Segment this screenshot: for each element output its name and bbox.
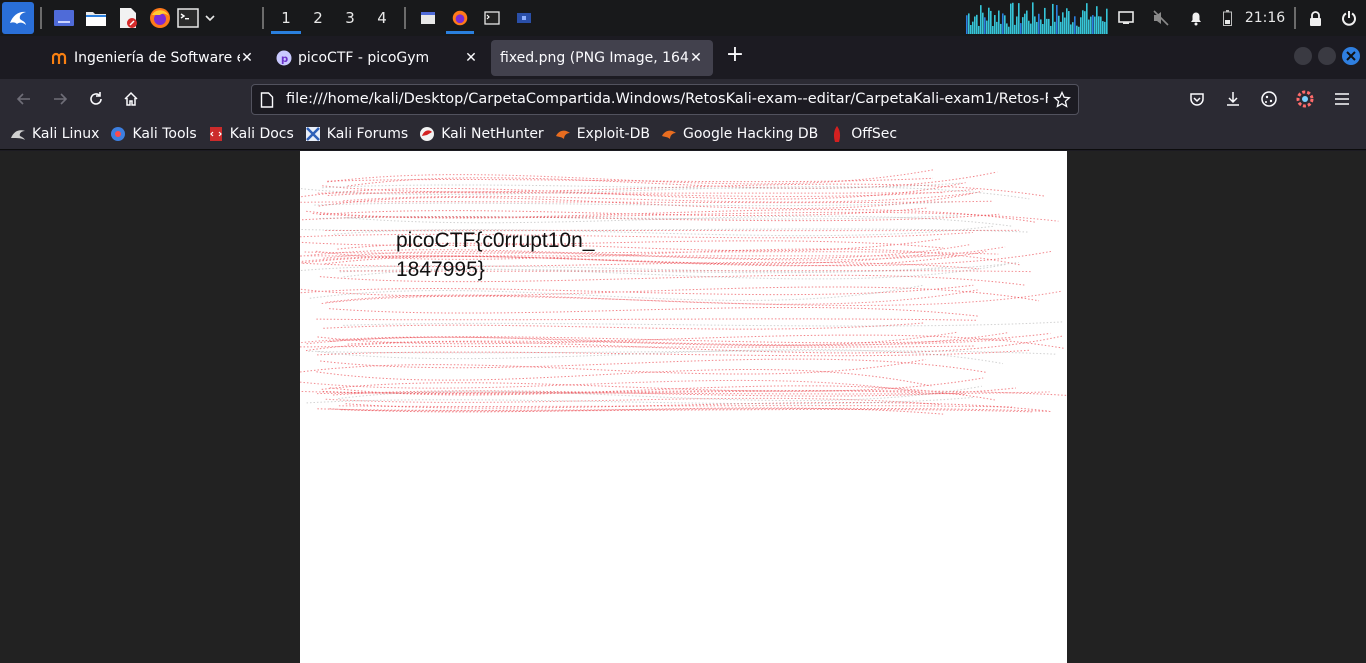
bookmarks-toolbar: Kali Linux Kali Tools Kali Docs Kali For… [0, 119, 1366, 150]
pocket-icon [1190, 93, 1204, 106]
system-panel: 1 2 3 4 21:16 [0, 0, 1366, 36]
bookmark-offsec[interactable]: OffSec [829, 126, 897, 142]
window-button-firefox[interactable] [444, 0, 476, 36]
lock-icon[interactable] [1305, 0, 1325, 36]
arrow-right-icon [54, 93, 68, 105]
pocket-button[interactable] [1185, 87, 1209, 111]
navigation-toolbar: file:///home/kali/Desktop/CarpetaCompart… [0, 79, 1366, 119]
speaker-muted-icon[interactable] [1150, 0, 1172, 36]
workspace-1[interactable]: 1 [270, 0, 302, 36]
hamburger-menu-icon [1335, 93, 1349, 105]
minimize-button[interactable] [1294, 47, 1312, 65]
tab-title: fixed.png (PNG Image, 1642 [500, 50, 690, 66]
tab-picoctf[interactable]: p picoCTF - picoGym ✕ [266, 40, 488, 76]
bookmark-kali-forums[interactable]: Kali Forums [305, 126, 408, 142]
downloads-button[interactable] [1221, 87, 1245, 111]
reload-button[interactable] [84, 87, 108, 111]
bookmark-label: Kali NetHunter [441, 126, 544, 142]
bookmark-kali-docs[interactable]: Kali Docs [208, 126, 294, 142]
home-button[interactable] [119, 87, 143, 111]
show-desktop-icon[interactable] [48, 0, 80, 36]
battery-icon[interactable] [1219, 0, 1235, 36]
bookmark-star-icon[interactable] [1053, 91, 1071, 109]
extension-button[interactable] [1257, 87, 1281, 111]
nethunter-icon [419, 126, 435, 142]
kali-forums-icon [305, 126, 321, 142]
panel-separator [1294, 7, 1296, 29]
close-window-button[interactable] [1342, 47, 1360, 65]
panel-separator [40, 7, 42, 29]
offsec-icon [829, 126, 845, 142]
color-wheel-icon [1296, 90, 1314, 108]
network-icon[interactable] [1115, 0, 1137, 36]
cookie-icon [1261, 91, 1277, 107]
bookmark-google-hacking-db[interactable]: Google Hacking DB [661, 126, 818, 142]
tab-fixed-png[interactable]: fixed.png (PNG Image, 1642 ✕ [491, 40, 713, 76]
ghdb-icon [661, 126, 677, 142]
bookmark-label: Kali Docs [229, 126, 294, 142]
firefox-icon[interactable] [144, 0, 176, 36]
file-manager-icon[interactable] [80, 0, 112, 36]
power-icon[interactable] [1339, 0, 1359, 36]
maximize-button[interactable] [1318, 47, 1336, 65]
bookmark-kali-tools[interactable]: Kali Tools [110, 126, 197, 142]
window-button-app[interactable] [508, 0, 540, 36]
download-icon [1227, 92, 1239, 106]
flag-text: picoCTF{c0rrupt10n_ 1847995} [396, 226, 594, 284]
svg-text:p: p [281, 54, 288, 65]
bookmark-label: Google Hacking DB [682, 126, 819, 142]
bookmark-exploit-db[interactable]: Exploit-DB [555, 126, 650, 142]
window-button-terminal[interactable] [476, 0, 508, 36]
picoctf-icon: p [276, 50, 292, 66]
close-tab-icon[interactable]: ✕ [462, 49, 480, 67]
close-icon [1346, 51, 1356, 61]
bookmark-label: Kali Linux [32, 126, 100, 142]
bookmark-label: OffSec [851, 126, 898, 142]
close-tab-icon[interactable]: ✕ [238, 49, 256, 67]
flag-line-1: picoCTF{c0rrupt10n_ [396, 229, 595, 252]
reload-icon [90, 92, 102, 105]
url-text[interactable]: file:///home/kali/Desktop/CarpetaCompart… [286, 91, 1048, 107]
bookmark-kali-linux[interactable]: Kali Linux [10, 126, 99, 142]
window-button-filemanager[interactable] [412, 0, 444, 36]
kali-docs-icon [208, 126, 224, 142]
file-page-icon [260, 92, 274, 108]
extension-button-2[interactable] [1293, 87, 1317, 111]
bookmark-label: Exploit-DB [576, 126, 650, 142]
bookmark-kali-nethunter[interactable]: Kali NetHunter [419, 126, 544, 142]
exploit-db-icon [555, 126, 571, 142]
tab-title: Ingeniería de Software e I [74, 50, 240, 66]
tab-title: picoCTF - picoGym [298, 50, 430, 66]
panel-separator [404, 7, 406, 29]
close-tab-icon[interactable]: ✕ [687, 49, 705, 67]
tab-strip: Ingeniería de Software e I ✕ p picoCTF -… [0, 36, 1366, 79]
back-button[interactable] [12, 87, 36, 111]
workspace-3[interactable]: 3 [334, 0, 366, 36]
notification-bell-icon[interactable] [1185, 0, 1207, 36]
fixed-png-image[interactable]: picoCTF{c0rrupt10n_ 1847995} [300, 151, 1067, 663]
flag-line-2: 1847995} [396, 258, 485, 281]
chevron-down-icon[interactable] [200, 0, 220, 36]
panel-separator [262, 7, 264, 29]
url-bar[interactable]: file:///home/kali/Desktop/CarpetaCompart… [251, 84, 1079, 115]
kali-dragon-icon[interactable] [2, 2, 34, 34]
new-tab-button[interactable]: + [723, 44, 747, 68]
workspace-2[interactable]: 2 [302, 0, 334, 36]
tab-moodle[interactable]: Ingeniería de Software e I ✕ [42, 40, 264, 76]
home-icon [124, 91, 138, 106]
browser-content: picoCTF{c0rrupt10n_ 1847995} [0, 151, 1366, 663]
cpu-graph [966, 2, 1108, 34]
arrow-left-icon [16, 93, 30, 105]
text-editor-icon[interactable] [112, 0, 144, 36]
bookmark-label: Kali Tools [132, 126, 197, 142]
forward-button[interactable] [48, 87, 72, 111]
bookmark-label: Kali Forums [326, 126, 409, 142]
terminal-icon[interactable] [176, 0, 200, 36]
kali-icon [10, 126, 26, 142]
kali-tools-icon [110, 126, 126, 142]
moodle-icon [52, 50, 68, 66]
workspace-4[interactable]: 4 [366, 0, 398, 36]
menu-button[interactable] [1330, 87, 1354, 111]
clock[interactable]: 21:16 [1245, 10, 1285, 26]
